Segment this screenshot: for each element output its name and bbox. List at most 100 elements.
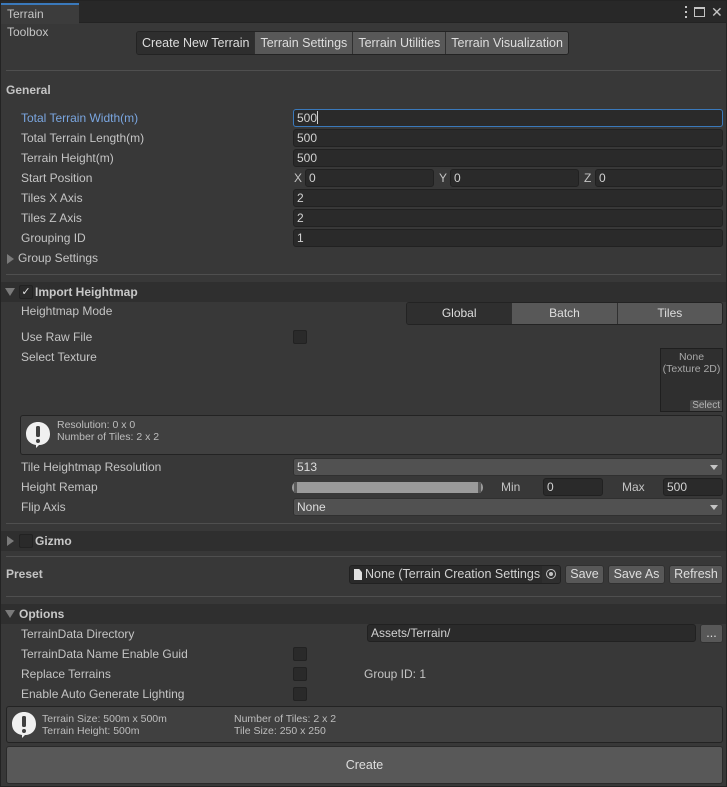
terrain-height-label: Terrain Height(m) (21, 151, 114, 165)
window-controls: ✕ (684, 4, 723, 20)
flip-axis-value: None (297, 500, 326, 514)
info-icon (12, 712, 36, 738)
document-icon (354, 569, 362, 580)
total-width-label: Total Terrain Width(m) (21, 111, 139, 125)
divider (6, 523, 721, 524)
remap-max-label: Max (622, 480, 645, 494)
terrain-toolbox-window: Terrain Toolbox ✕ Create New Terrain Ter… (0, 0, 727, 787)
tab-terrain-settings[interactable]: Terrain Settings (254, 32, 353, 54)
heightmap-mode-batch[interactable]: Batch (511, 303, 617, 324)
chevron-right-icon[interactable] (7, 536, 14, 546)
auto-lighting-label: Enable Auto Generate Lighting (21, 687, 185, 701)
import-heightmap-title: Import Heightmap (35, 285, 138, 299)
heightmap-mode-label: Heightmap Mode (21, 304, 113, 318)
save-preset-button[interactable]: Save (565, 565, 604, 584)
total-length-label: Total Terrain Length(m) (21, 131, 145, 145)
preset-label: Preset (6, 567, 43, 581)
texture-value-line1: None (678, 351, 705, 363)
tab-terrain-visualization[interactable]: Terrain Visualization (445, 32, 568, 54)
group-settings-label[interactable]: Group Settings (18, 251, 98, 265)
tiles-z-input[interactable]: 2 (293, 209, 723, 227)
heightmap-mode-tiles[interactable]: Tiles (616, 303, 722, 324)
use-raw-file-label: Use Raw File (21, 330, 93, 344)
browse-directory-button[interactable]: ... (700, 624, 723, 643)
slider-min-handle[interactable] (294, 482, 297, 493)
object-picker-button[interactable] (542, 566, 560, 583)
summary-num-tiles: Number of Tiles: 2 x 2 (234, 713, 337, 725)
slider-max-handle[interactable] (478, 482, 481, 493)
info-resolution: Resolution: 0 x 0 (57, 419, 136, 431)
title-bar: Terrain Toolbox ✕ (1, 1, 726, 39)
tiles-z-label: Tiles Z Axis (21, 211, 82, 225)
import-heightmap-checkbox[interactable]: ✓ (19, 285, 33, 299)
tile-resolution-dropdown[interactable]: 513 (293, 458, 723, 476)
tile-resolution-value: 513 (297, 460, 318, 474)
summary-terrain-size: Terrain Size: 500m x 500m (42, 713, 167, 725)
height-remap-label: Height Remap (21, 480, 98, 494)
remap-min-label: Min (501, 480, 521, 494)
select-texture-label: Select Texture (21, 350, 97, 364)
slider-range-bar[interactable] (292, 482, 483, 493)
import-heightmap-header[interactable]: ✓ Import Heightmap (1, 282, 726, 302)
tiles-x-input[interactable]: 2 (293, 189, 723, 207)
gizmo-header[interactable]: Gizmo (1, 531, 726, 551)
texture-object-field[interactable]: None (Texture 2D) Select (660, 348, 723, 412)
start-x-input[interactable]: 0 (305, 169, 434, 187)
create-button[interactable]: Create (6, 746, 723, 784)
close-icon[interactable]: ✕ (711, 5, 723, 19)
start-y-label: Y (439, 171, 448, 185)
divider (6, 274, 721, 275)
tiles-x-label: Tiles X Axis (21, 191, 83, 205)
auto-lighting-checkbox[interactable] (293, 687, 307, 701)
options-header[interactable]: Options (1, 604, 726, 624)
start-y-input[interactable]: 0 (450, 169, 579, 187)
replace-terrains-label: Replace Terrains (21, 667, 111, 681)
replace-terrains-checkbox[interactable] (293, 667, 307, 681)
use-raw-file-checkbox[interactable] (293, 330, 307, 344)
divider (6, 70, 721, 71)
maximize-icon[interactable] (694, 7, 705, 17)
remap-max-input[interactable]: 500 (663, 478, 723, 496)
heightmap-mode-selector: Global Batch Tiles (406, 302, 723, 325)
height-remap-slider[interactable] (292, 482, 483, 493)
tab-create-new-terrain[interactable]: Create New Terrain (137, 32, 255, 54)
flip-axis-label: Flip Axis (21, 500, 66, 514)
chevron-right-icon[interactable] (7, 254, 14, 264)
enable-guid-checkbox[interactable] (293, 647, 307, 661)
texture-select-button[interactable]: Select (690, 400, 722, 411)
tab-terrain-utilities[interactable]: Terrain Utilities (352, 32, 446, 54)
directory-input[interactable]: Assets/Terrain/ (367, 624, 696, 642)
text-caret (317, 111, 319, 124)
chevron-down-icon[interactable] (5, 288, 15, 296)
directory-label: TerrainData Directory (21, 627, 135, 641)
window-tab[interactable]: Terrain Toolbox (1, 3, 79, 39)
summary-info-box: Terrain Size: 500m x 500m Terrain Height… (6, 706, 723, 743)
object-picker-icon (546, 569, 556, 579)
start-x-label: X (294, 171, 303, 185)
heightmap-info-box: Resolution: 0 x 0 Number of Tiles: 2 x 2 (20, 415, 723, 455)
info-tiles: Number of Tiles: 2 x 2 (57, 431, 160, 443)
start-z-input[interactable]: 0 (595, 169, 723, 187)
chevron-down-icon[interactable] (5, 610, 15, 618)
terrain-height-input[interactable]: 500 (293, 149, 723, 167)
kebab-menu-icon[interactable] (684, 6, 688, 18)
total-length-input[interactable]: 500 (293, 129, 723, 147)
group-id-readout: Group ID: 1 (364, 667, 427, 681)
mode-toolbar: Create New Terrain Terrain Settings Terr… (136, 31, 569, 55)
divider (6, 596, 721, 597)
texture-value-line2: (Texture 2D) (662, 363, 721, 375)
preset-value: None (Terrain Creation Settings (365, 567, 541, 581)
general-section-title: General (6, 83, 51, 97)
total-width-input[interactable]: 500 (293, 109, 723, 127)
flip-axis-dropdown[interactable]: None (293, 498, 723, 516)
gizmo-title: Gizmo (35, 534, 72, 548)
save-as-preset-button[interactable]: Save As (608, 565, 665, 584)
heightmap-mode-global[interactable]: Global (407, 303, 512, 324)
preset-object-field[interactable]: None (Terrain Creation Settings (349, 565, 561, 584)
remap-min-input[interactable]: 0 (543, 478, 603, 496)
refresh-preset-button[interactable]: Refresh (669, 565, 723, 584)
grouping-id-input[interactable]: 1 (293, 229, 723, 247)
enable-guid-label: TerrainData Name Enable Guid (21, 647, 188, 661)
gizmo-checkbox[interactable] (19, 534, 33, 548)
info-icon (26, 422, 50, 448)
